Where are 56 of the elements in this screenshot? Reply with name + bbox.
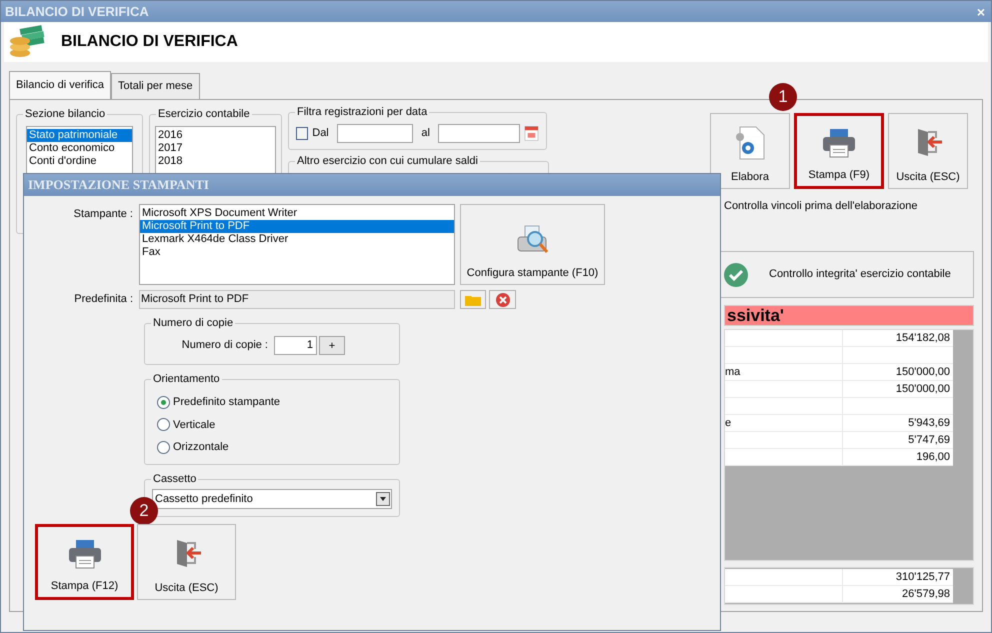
configure-printer-button[interactable]: Configura stampante (F10) [460, 204, 605, 285]
date-field[interactable] [336, 124, 414, 142]
exit-button[interactable]: Uscita (ESC) [888, 113, 968, 189]
date-field[interactable] [438, 124, 520, 142]
process-button[interactable]: Elabora [710, 113, 790, 189]
table-cell-text: 5'943,69 [907, 416, 951, 431]
print-button[interactable]: Stampa (F9) [794, 113, 884, 189]
default-printer-field: Microsoft Print to PDF [139, 290, 455, 309]
tab[interactable]: Bilancio di verifica [9, 71, 112, 99]
increment-button[interactable]: + [319, 336, 345, 355]
radio-button[interactable] [157, 396, 170, 409]
tab[interactable]: Totali per mese [111, 73, 200, 99]
calendar-icon[interactable] [524, 124, 539, 142]
list-item[interactable]: Stato patrimoniale [27, 129, 132, 142]
field-label: Numero di copie : [182, 338, 268, 354]
window-title: BILANCIO DI VERIFICA [5, 2, 149, 21]
print-button[interactable]: Stampa (F12) [35, 524, 134, 600]
radio-label: Orizzontale [173, 440, 229, 455]
field-label: al [421, 126, 430, 141]
dialog-title: IMPOSTAZIONE STAMPANTI [28, 176, 209, 194]
printer-item[interactable]: Microsoft Print to PDF [140, 220, 454, 233]
dropdown-caret-icon [376, 492, 390, 506]
section-header: ssivita' [724, 305, 974, 326]
radio-label: Predefinito stampante [173, 395, 280, 410]
table-cell-text: 154'182,08 [894, 331, 951, 346]
clear-button[interactable] [489, 290, 516, 309]
table-cell-text: 196,00 [915, 450, 951, 465]
group-title: Numero di copie [151, 316, 236, 330]
table-cell-text: 150'000,00 [894, 382, 951, 397]
copies-field[interactable]: 1 [274, 336, 317, 355]
field-label: Stampante : [72, 207, 134, 222]
checkbox[interactable] [296, 126, 308, 140]
close-circle-icon [496, 292, 510, 306]
checkbox-label: Dal [312, 126, 329, 141]
table-cell: ma [725, 364, 843, 380]
field-label: Predefinita : [73, 292, 134, 308]
group-title: Filtra registrazioni per data [295, 105, 430, 119]
radio-label: Verticale [173, 418, 216, 432]
printer-icon [68, 539, 102, 569]
callout-badge: 1 [769, 83, 797, 111]
radio-button[interactable] [157, 440, 170, 454]
folder-icon [465, 294, 481, 306]
printer-magnifier-icon [516, 224, 550, 254]
table-cell-text: 26'579,98 [901, 587, 951, 602]
printer-icon [822, 128, 856, 158]
radio-button[interactable] [157, 418, 170, 432]
table-cell: e [725, 415, 843, 431]
exit-button[interactable]: Uscita (ESC) [137, 524, 236, 600]
table-cell-text: 310'125,77 [894, 570, 951, 585]
option-label: Controlla vincoli prima dell'elaborazione [724, 199, 918, 214]
table-cell-text: 150'000,00 [894, 365, 951, 380]
tray-select[interactable]: Cassetto predefinito [152, 489, 392, 509]
page-title: BILANCIO DI VERIFICA [61, 32, 238, 52]
gear-document-icon [734, 126, 766, 160]
checkmark-circle-icon [723, 262, 749, 288]
table-cell-text: 5'747,69 [907, 433, 951, 448]
